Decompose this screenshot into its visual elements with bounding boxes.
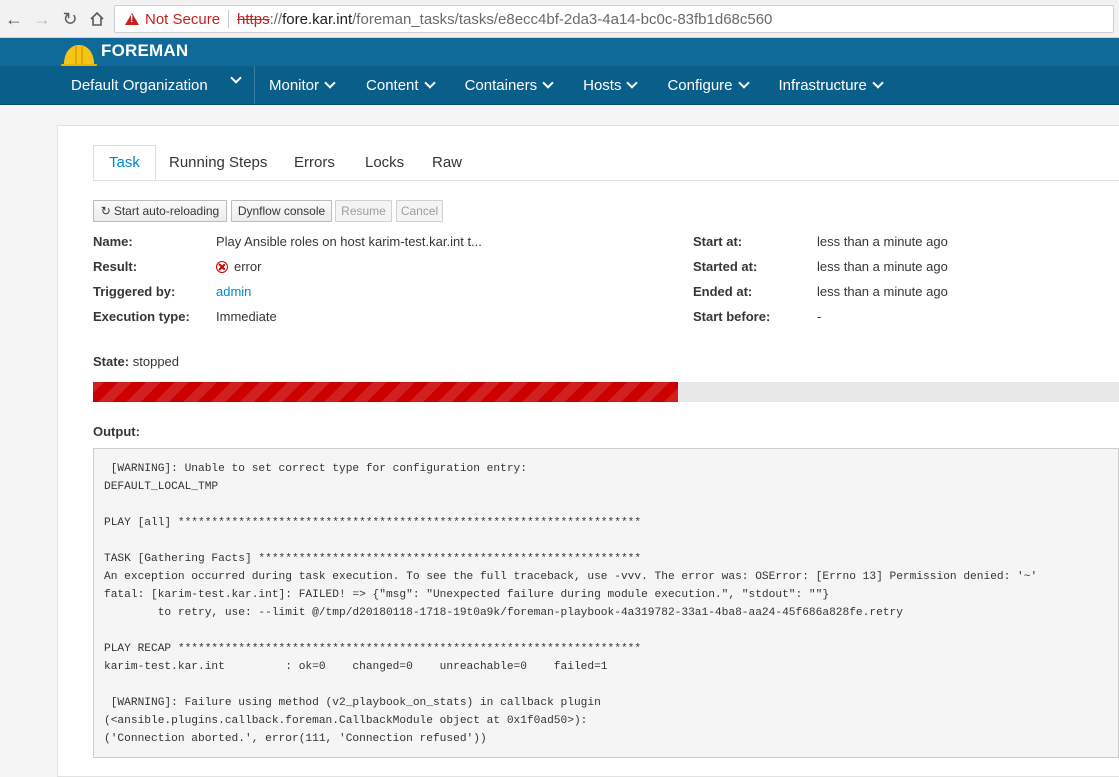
tab-running-steps-label: Running Steps — [169, 154, 268, 171]
url-scheme: https — [237, 10, 270, 28]
task-progress-fill — [93, 382, 678, 402]
nav-content[interactable]: Content — [348, 66, 448, 104]
nav-configure-label: Configure — [667, 76, 733, 94]
dynflow-console-button[interactable]: Dynflow console — [231, 200, 332, 222]
nav-containers[interactable]: Containers — [448, 66, 567, 104]
address-bar[interactable]: ! Not Secure https://fore.kar.int/forema… — [114, 5, 1114, 33]
started-at-value: less than a minute ago — [817, 259, 948, 274]
ended-at-value: less than a minute ago — [817, 284, 948, 299]
home-icon[interactable] — [87, 8, 107, 30]
tab-task-label: Task — [109, 154, 140, 171]
start-before-label: Start before: — [693, 309, 771, 324]
error-circle-icon — [216, 261, 228, 273]
chevron-down-icon — [423, 77, 436, 89]
start-auto-reloading-button[interactable]: ↻ Start auto-reloading — [93, 200, 227, 222]
nav-monitor[interactable]: Monitor — [255, 66, 348, 104]
nav-monitor-label: Monitor — [269, 76, 320, 94]
execution-type-label: Execution type: — [93, 309, 190, 324]
start-auto-reloading-label: Start auto-reloading — [113, 204, 220, 218]
tab-raw[interactable]: Raw — [432, 145, 462, 180]
brand-title[interactable]: FOREMAN — [101, 41, 188, 61]
tab-locks[interactable]: Locks — [365, 145, 404, 180]
organization-dropdown[interactable]: Default Organization — [56, 66, 255, 104]
chevron-down-icon — [230, 72, 242, 84]
chevron-down-icon — [324, 77, 336, 89]
name-value: Play Ansible roles on host karim-test.ka… — [216, 234, 482, 249]
triggered-by-label: Triggered by: — [93, 284, 176, 299]
task-progress-bar — [93, 382, 1119, 402]
execution-type-value: Immediate — [216, 309, 277, 324]
start-at-value: less than a minute ago — [817, 234, 948, 249]
chevron-down-icon — [737, 77, 750, 89]
dynflow-console-label: Dynflow console — [237, 204, 326, 218]
ended-at-label: Ended at: — [693, 284, 753, 299]
nav-infrastructure[interactable]: Infrastructure — [762, 66, 896, 104]
state-value: stopped — [132, 354, 180, 369]
warning-icon: ! — [125, 13, 139, 25]
tab-task[interactable]: Task — [93, 145, 156, 180]
cancel-label: Cancel — [400, 204, 439, 218]
started-at-label: Started at: — [693, 259, 758, 274]
chevron-down-icon — [542, 77, 554, 89]
url-host: fore.kar.int — [282, 10, 353, 28]
refresh-icon: ↻ — [100, 204, 111, 218]
triggered-by-link[interactable]: admin — [216, 284, 251, 299]
reload-icon[interactable]: ↻ — [60, 8, 80, 30]
output-text: [WARNING]: Unable to set correct type fo… — [104, 463, 1038, 745]
nav-menu: Monitor Content Containers Hosts Configu… — [255, 66, 896, 104]
address-divider — [228, 10, 230, 28]
nav-hosts-label: Hosts — [583, 76, 622, 94]
output-label: Output: — [93, 424, 140, 439]
result-label: Result: — [93, 259, 138, 274]
forward-arrow-icon[interactable]: → — [32, 8, 52, 30]
url-path: /foreman_tasks/tasks/e8ecc4bf-2da3-4a14-… — [352, 10, 773, 28]
security-label: Not Secure — [145, 10, 221, 28]
organization-label: Default Organization — [71, 76, 208, 94]
resume-label: Resume — [341, 204, 386, 218]
result-value: error — [216, 259, 261, 274]
resume-button[interactable]: Resume — [335, 200, 392, 222]
nav-hosts[interactable]: Hosts — [566, 66, 650, 104]
start-before-value: - — [817, 309, 822, 324]
browser-toolbar: ← → ↻ ! Not Secure https://fore.kar.int /… — [0, 0, 1119, 38]
state-label: State: — [93, 354, 130, 369]
url-separator: :// — [269, 10, 283, 28]
tab-errors[interactable]: Errors — [294, 145, 335, 180]
main-navbar: Default Organization Monitor Content Con… — [0, 66, 1119, 105]
back-arrow-icon[interactable]: ← — [4, 8, 24, 30]
name-label: Name: — [93, 234, 133, 249]
nav-configure[interactable]: Configure — [650, 66, 761, 104]
tab-errors-label: Errors — [294, 154, 335, 171]
state-row: State: stopped — [93, 354, 179, 369]
nav-infrastructure-label: Infrastructure — [778, 76, 867, 94]
cancel-button[interactable]: Cancel — [396, 200, 443, 222]
task-tabs: Task Running Steps Errors Locks Raw — [93, 145, 1119, 181]
tab-raw-label: Raw — [432, 154, 463, 171]
nav-containers-label: Containers — [464, 76, 538, 94]
tab-running-steps[interactable]: Running Steps — [169, 145, 267, 180]
chevron-down-icon — [872, 77, 884, 89]
output-console: [WARNING]: Unable to set correct type fo… — [93, 448, 1119, 758]
start-at-label: Start at: — [693, 234, 743, 249]
result-text: error — [234, 259, 262, 274]
chevron-down-icon — [626, 77, 639, 89]
tab-locks-label: Locks — [365, 154, 405, 171]
nav-content-label: Content — [366, 76, 419, 94]
